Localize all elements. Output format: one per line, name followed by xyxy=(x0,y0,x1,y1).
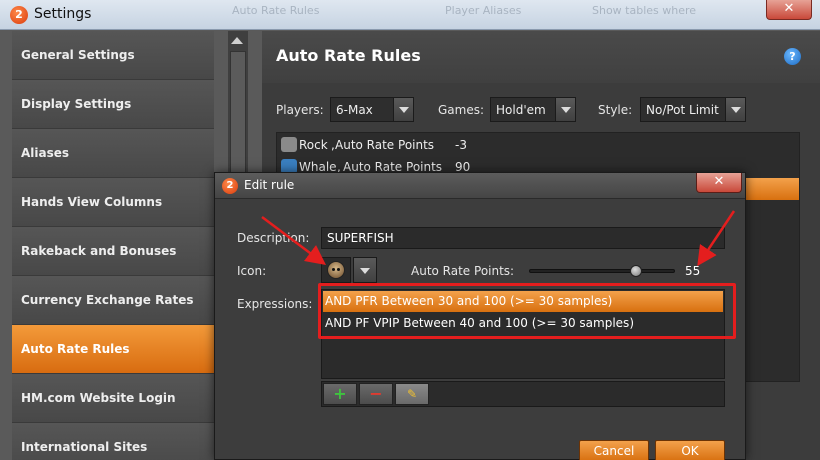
monkey-icon xyxy=(327,261,345,279)
sidebar-item-international-sites[interactable]: International Sites xyxy=(12,423,214,460)
icon-label: Icon: xyxy=(237,264,267,278)
description-input[interactable]: SUPERFISH xyxy=(321,227,725,249)
games-label: Games: xyxy=(438,103,485,117)
auto-rate-points-label: Auto Rate Points: xyxy=(411,264,515,278)
add-expression-button[interactable]: + xyxy=(323,383,357,405)
window-close-button[interactable]: ✕ xyxy=(766,0,812,20)
sidebar-item-display-settings[interactable]: Display Settings xyxy=(12,80,214,129)
sidebar-item-general-settings[interactable]: General Settings xyxy=(12,31,214,80)
page-title: Auto Rate Rules xyxy=(276,46,421,65)
rock-icon xyxy=(281,137,297,152)
help-icon[interactable]: ? xyxy=(784,48,801,65)
players-select[interactable]: 6-Max xyxy=(330,97,414,122)
rule-name: Rock xyxy=(299,138,328,152)
rule-points: -3 xyxy=(455,138,467,152)
slider-track[interactable] xyxy=(529,269,675,273)
icon-preview[interactable] xyxy=(321,257,351,283)
ok-button[interactable]: OK xyxy=(655,440,725,460)
settings-sidebar: General Settings Display Settings Aliase… xyxy=(12,31,214,460)
sidebar-item-auto-rate-rules[interactable]: Auto Rate Rules xyxy=(12,325,214,374)
icon-select[interactable] xyxy=(321,257,377,283)
dialog-title-bar: 2 Edit rule xyxy=(215,173,745,199)
sidebar-item-currency-rates[interactable]: Currency Exchange Rates xyxy=(12,276,214,325)
auto-rate-points-slider[interactable] xyxy=(529,265,675,277)
rule-points-label: Auto Rate Points xyxy=(335,138,435,152)
window-title: Settings xyxy=(34,6,92,22)
sidebar-item-hands-view-columns[interactable]: Hands View Columns xyxy=(12,178,214,227)
background-tab-label: Show tables where xyxy=(592,4,697,17)
style-label: Style: xyxy=(598,103,633,117)
description-value: SUPERFISH xyxy=(327,231,394,245)
cancel-button[interactable]: Cancel xyxy=(579,440,649,460)
players-label: Players: xyxy=(276,103,324,117)
main-header: Auto Rate Rules ? xyxy=(262,31,820,83)
dialog-close-button[interactable]: ✕ xyxy=(696,173,742,193)
slider-thumb[interactable] xyxy=(630,265,642,277)
chevron-down-icon[interactable] xyxy=(353,257,377,283)
title-bar: 2 Settings Auto Rate Rules Player Aliase… xyxy=(0,0,820,30)
chevron-down-icon[interactable] xyxy=(725,98,745,121)
list-item[interactable]: Rock, Auto Rate Points -3 xyxy=(277,134,799,156)
games-value: Hold'em xyxy=(496,103,546,117)
auto-rate-points-value: 55 xyxy=(685,264,701,278)
sidebar-item-website-login[interactable]: HM.com Website Login xyxy=(12,374,214,423)
background-tab-label: Player Aliases xyxy=(445,4,522,17)
sidebar-item-rakeback[interactable]: Rakeback and Bonuses xyxy=(12,227,214,276)
background-tab-label: Auto Rate Rules xyxy=(232,4,320,17)
dialog-title: Edit rule xyxy=(244,178,295,192)
sidebar-item-aliases[interactable]: Aliases xyxy=(12,129,214,178)
remove-expression-button[interactable]: − xyxy=(359,383,393,405)
app-icon: 2 xyxy=(222,178,238,194)
games-select[interactable]: Hold'em xyxy=(490,97,576,122)
edit-expression-button[interactable]: ✎ xyxy=(395,383,429,405)
chevron-down-icon[interactable] xyxy=(393,98,413,121)
style-select[interactable]: No/Pot Limit xyxy=(640,97,746,122)
annotation-highlight-box xyxy=(318,283,736,339)
expressions-label: Expressions: xyxy=(237,297,313,311)
description-label: Description: xyxy=(237,231,310,245)
expressions-toolbar: + − ✎ xyxy=(321,381,725,407)
app-icon: 2 xyxy=(10,6,28,24)
style-value: No/Pot Limit xyxy=(646,103,719,117)
chevron-down-icon[interactable] xyxy=(555,98,575,121)
players-value: 6-Max xyxy=(336,103,373,117)
scroll-up-icon[interactable] xyxy=(231,37,243,44)
